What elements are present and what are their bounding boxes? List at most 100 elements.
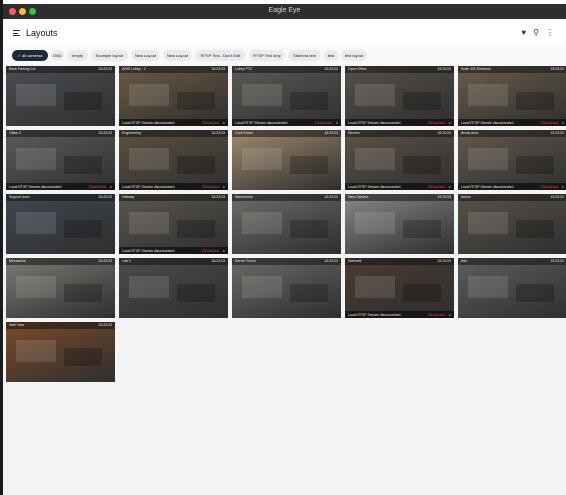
camera-header: test 15:23:03 xyxy=(458,258,566,265)
camera-name: Suite 400 Entrance xyxy=(461,67,491,71)
camera-feed-image xyxy=(355,84,395,106)
close-icon[interactable]: × xyxy=(223,120,225,125)
chip-new-layout-2[interactable]: New Layout xyxy=(163,50,192,61)
search-icon[interactable]: ⚲ xyxy=(533,28,539,37)
camera-feed-image xyxy=(64,92,102,110)
reconnect-button[interactable]: Reconnect xyxy=(202,249,219,253)
chip-new-layout-1[interactable]: New Layout xyxy=(131,50,160,61)
hamburger-menu-icon[interactable] xyxy=(13,30,20,36)
bell-icon[interactable]: ♥ xyxy=(521,28,526,37)
stream-error-text: Local RTSP Stream disconnected xyxy=(348,312,401,317)
camera-name: Server Room xyxy=(235,259,256,263)
stream-error-bar: Local RTSP Stream disconnected Reconnect × xyxy=(458,119,566,126)
camera-timestamp: 15:23:03 xyxy=(550,195,564,199)
reconnect-button[interactable]: Reconnect xyxy=(89,185,106,189)
camera-header: Server Room 15:23:03 xyxy=(232,258,341,265)
camera-name: Office 2 xyxy=(9,131,21,135)
camera-tile[interactable]: Office 2 15:23:03 Local RTSP Stream discon… xyxy=(6,130,115,190)
camera-tile[interactable]: Conf Room 15:23:03 xyxy=(232,130,341,190)
reconnect-button[interactable]: Reconnect xyxy=(541,185,558,189)
camera-tile[interactable]: Server Room 15:23:03 xyxy=(232,258,341,318)
camera-tile[interactable]: Wall View 15:23:03 xyxy=(6,322,115,382)
camera-name: Kitchen xyxy=(348,131,360,135)
more-vertical-icon[interactable]: ⋮ xyxy=(546,28,554,37)
camera-tile[interactable]: Back Parking Lot 15:23:03 xyxy=(6,66,115,126)
close-icon[interactable]: × xyxy=(223,184,225,189)
camera-tile[interactable]: Mezzanine 15:23:03 xyxy=(6,258,115,318)
close-icon[interactable]: × xyxy=(110,184,112,189)
reconnect-button[interactable]: Reconnect xyxy=(428,313,445,317)
camera-tile[interactable]: Lab 2 15:23:03 xyxy=(119,258,228,318)
chip-rtsp-test-dont-edit[interactable]: RTSP Test - Don't Edit xyxy=(195,50,246,61)
camera-tile[interactable]: ARIS Lobby - 2 15:23:03 Local RTSP Stream … xyxy=(119,66,228,126)
camera-tile[interactable]: Engineering 15:23:03 Local RTSP Stream dis… xyxy=(119,130,228,190)
camera-tile[interactable]: Support Area 15:23:03 xyxy=(6,194,115,254)
close-icon[interactable]: × xyxy=(336,120,338,125)
camera-header: Kitchen 15:23:03 xyxy=(345,130,454,137)
camera-feed-image xyxy=(516,220,554,238)
chip-stanford-test[interactable]: Stanford test xyxy=(288,50,321,61)
close-icon[interactable]: × xyxy=(449,120,451,125)
camera-header: Office 2 15:23:03 xyxy=(6,130,115,137)
camera-feed-image xyxy=(290,220,328,238)
camera-tile[interactable]: Hallway 15:23:03 Local RTSP Stream disconn… xyxy=(119,194,228,254)
camera-timestamp: 15:23:03 xyxy=(437,259,451,263)
chip-example-layout[interactable]: Example layout xyxy=(91,50,128,61)
stream-error-bar: Local RTSP Stream disconnected Reconnect × xyxy=(119,247,228,254)
camera-tile[interactable]: Stairwell 15:23:03 Local RTSP Stream disco… xyxy=(345,258,454,318)
app-window: Eagle Eye Layouts ♥ ⚲ ⋮ ✓ all cameras DB… xyxy=(3,4,566,495)
camera-name: Warehouse xyxy=(235,195,253,199)
page-title: Layouts xyxy=(26,28,58,38)
camera-feed-image xyxy=(16,340,56,362)
stream-error-bar: Local RTSP Stream disconnected Reconnect × xyxy=(458,183,566,190)
camera-feed-image xyxy=(403,284,441,302)
chip-dbd[interactable]: DBD xyxy=(51,50,64,61)
chip-all-cameras[interactable]: ✓ all cameras xyxy=(12,50,48,61)
stream-error-bar: Local RTSP Stream disconnected Reconnect × xyxy=(345,119,454,126)
camera-feed-image xyxy=(403,92,441,110)
close-icon[interactable]: × xyxy=(562,120,564,125)
camera-feed-image xyxy=(177,156,215,174)
camera-header: Warehouse 15:23:03 xyxy=(232,194,341,201)
camera-header: Atrium 15:23:03 xyxy=(458,194,566,201)
camera-timestamp: 15:23:03 xyxy=(437,195,451,199)
chip-rtsp-test-4mp[interactable]: RTSP Test 4mp xyxy=(249,50,285,61)
reconnect-button[interactable]: Reconnect xyxy=(428,185,445,189)
camera-feed-image xyxy=(129,84,169,106)
camera-tile[interactable]: Open Office 15:23:03 Local RTSP Stream dis… xyxy=(345,66,454,126)
reconnect-button[interactable]: Reconnect xyxy=(202,121,219,125)
stream-error-bar: Local RTSP Stream disconnected Reconnect × xyxy=(6,183,115,190)
camera-timestamp: 15:23:03 xyxy=(211,131,225,135)
camera-feed-image xyxy=(129,212,169,234)
camera-timestamp: 15:23:03 xyxy=(211,195,225,199)
reconnect-button[interactable]: Reconnect xyxy=(541,121,558,125)
camera-timestamp: 15:23:03 xyxy=(437,67,451,71)
camera-header: Conf Room 15:23:03 xyxy=(232,130,341,137)
close-icon[interactable]: × xyxy=(223,248,225,253)
camera-feed-image xyxy=(16,276,56,298)
camera-timestamp: 15:23:03 xyxy=(98,67,112,71)
chip-test[interactable]: test xyxy=(324,50,338,61)
chip-empty[interactable]: empty xyxy=(67,50,88,61)
camera-name: New Camera xyxy=(348,195,369,199)
close-icon[interactable]: × xyxy=(562,184,564,189)
camera-tile[interactable]: Warehouse 15:23:03 xyxy=(232,194,341,254)
camera-tile[interactable]: Break Area 15:23:03 Local RTSP Stream disc… xyxy=(458,130,566,190)
camera-header: Suite 400 Entrance 15:23:03 xyxy=(458,66,566,73)
camera-header: Hallway 15:23:03 xyxy=(119,194,228,201)
camera-tile[interactable]: test 15:23:03 xyxy=(458,258,566,318)
camera-tile[interactable]: Atrium 15:23:03 xyxy=(458,194,566,254)
camera-tile[interactable]: Suite 400 Entrance 15:23:03 Local RTSP Str… xyxy=(458,66,566,126)
chip-test-layout[interactable]: test layout xyxy=(341,50,367,61)
reconnect-button[interactable]: Reconnect xyxy=(315,121,332,125)
stream-error-text: Local RTSP Stream disconnected xyxy=(461,120,514,125)
reconnect-button[interactable]: Reconnect xyxy=(428,121,445,125)
camera-tile[interactable]: Lobby PTZ 15:23:03 Local RTSP Stream disco… xyxy=(232,66,341,126)
camera-name: Lobby PTZ xyxy=(235,67,253,71)
close-icon[interactable]: × xyxy=(449,312,451,317)
reconnect-button[interactable]: Reconnect xyxy=(202,185,219,189)
camera-feed-image xyxy=(242,276,282,298)
camera-tile[interactable]: Kitchen 15:23:03 Local RTSP Stream disconn… xyxy=(345,130,454,190)
close-icon[interactable]: × xyxy=(449,184,451,189)
camera-tile[interactable]: New Camera 15:23:03 xyxy=(345,194,454,254)
